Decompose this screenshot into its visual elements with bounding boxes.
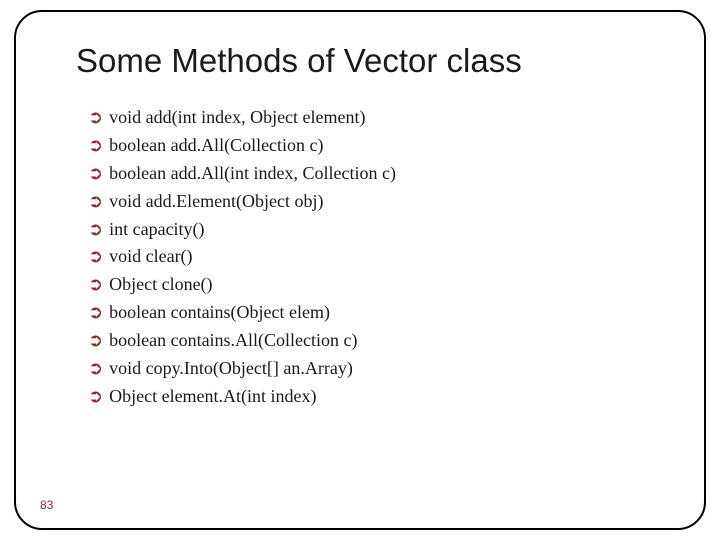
bullet-icon: ➲ bbox=[88, 327, 103, 355]
bullet-icon: ➲ bbox=[88, 243, 103, 271]
list-item: ➲ void copy.Into(Object[] an.Array) bbox=[88, 355, 664, 383]
method-text: boolean add.All(Collection c) bbox=[109, 132, 323, 160]
method-text: boolean contains(Object elem) bbox=[109, 299, 330, 327]
bullet-icon: ➲ bbox=[88, 271, 103, 299]
bullet-icon: ➲ bbox=[88, 104, 103, 132]
method-text: boolean add.All(int index, Collection c) bbox=[109, 160, 396, 188]
slide-frame: Some Methods of Vector class ➲ void add(… bbox=[14, 10, 706, 530]
method-text: void clear() bbox=[109, 243, 192, 271]
bullet-icon: ➲ bbox=[88, 299, 103, 327]
method-text: void add(int index, Object element) bbox=[109, 104, 365, 132]
bullet-icon: ➲ bbox=[88, 383, 103, 411]
method-list: ➲ void add(int index, Object element) ➲ … bbox=[76, 104, 664, 411]
list-item: ➲ void add.Element(Object obj) bbox=[88, 188, 664, 216]
bullet-icon: ➲ bbox=[88, 132, 103, 160]
method-text: void copy.Into(Object[] an.Array) bbox=[109, 355, 353, 383]
slide-title: Some Methods of Vector class bbox=[76, 42, 664, 80]
list-item: ➲ Object element.At(int index) bbox=[88, 383, 664, 411]
method-text: Object element.At(int index) bbox=[109, 383, 316, 411]
method-text: boolean contains.All(Collection c) bbox=[109, 327, 357, 355]
bullet-icon: ➲ bbox=[88, 160, 103, 188]
list-item: ➲ void add(int index, Object element) bbox=[88, 104, 664, 132]
bullet-icon: ➲ bbox=[88, 355, 103, 383]
method-text: Object clone() bbox=[109, 271, 212, 299]
list-item: ➲ boolean add.All(Collection c) bbox=[88, 132, 664, 160]
method-text: int capacity() bbox=[109, 216, 204, 244]
bullet-icon: ➲ bbox=[88, 216, 103, 244]
list-item: ➲ void clear() bbox=[88, 243, 664, 271]
list-item: ➲ int capacity() bbox=[88, 216, 664, 244]
list-item: ➲ boolean add.All(int index, Collection … bbox=[88, 160, 664, 188]
list-item: ➲ boolean contains(Object elem) bbox=[88, 299, 664, 327]
list-item: ➲ boolean contains.All(Collection c) bbox=[88, 327, 664, 355]
bullet-icon: ➲ bbox=[88, 188, 103, 216]
method-text: void add.Element(Object obj) bbox=[109, 188, 323, 216]
page-number: 83 bbox=[40, 498, 53, 512]
list-item: ➲ Object clone() bbox=[88, 271, 664, 299]
